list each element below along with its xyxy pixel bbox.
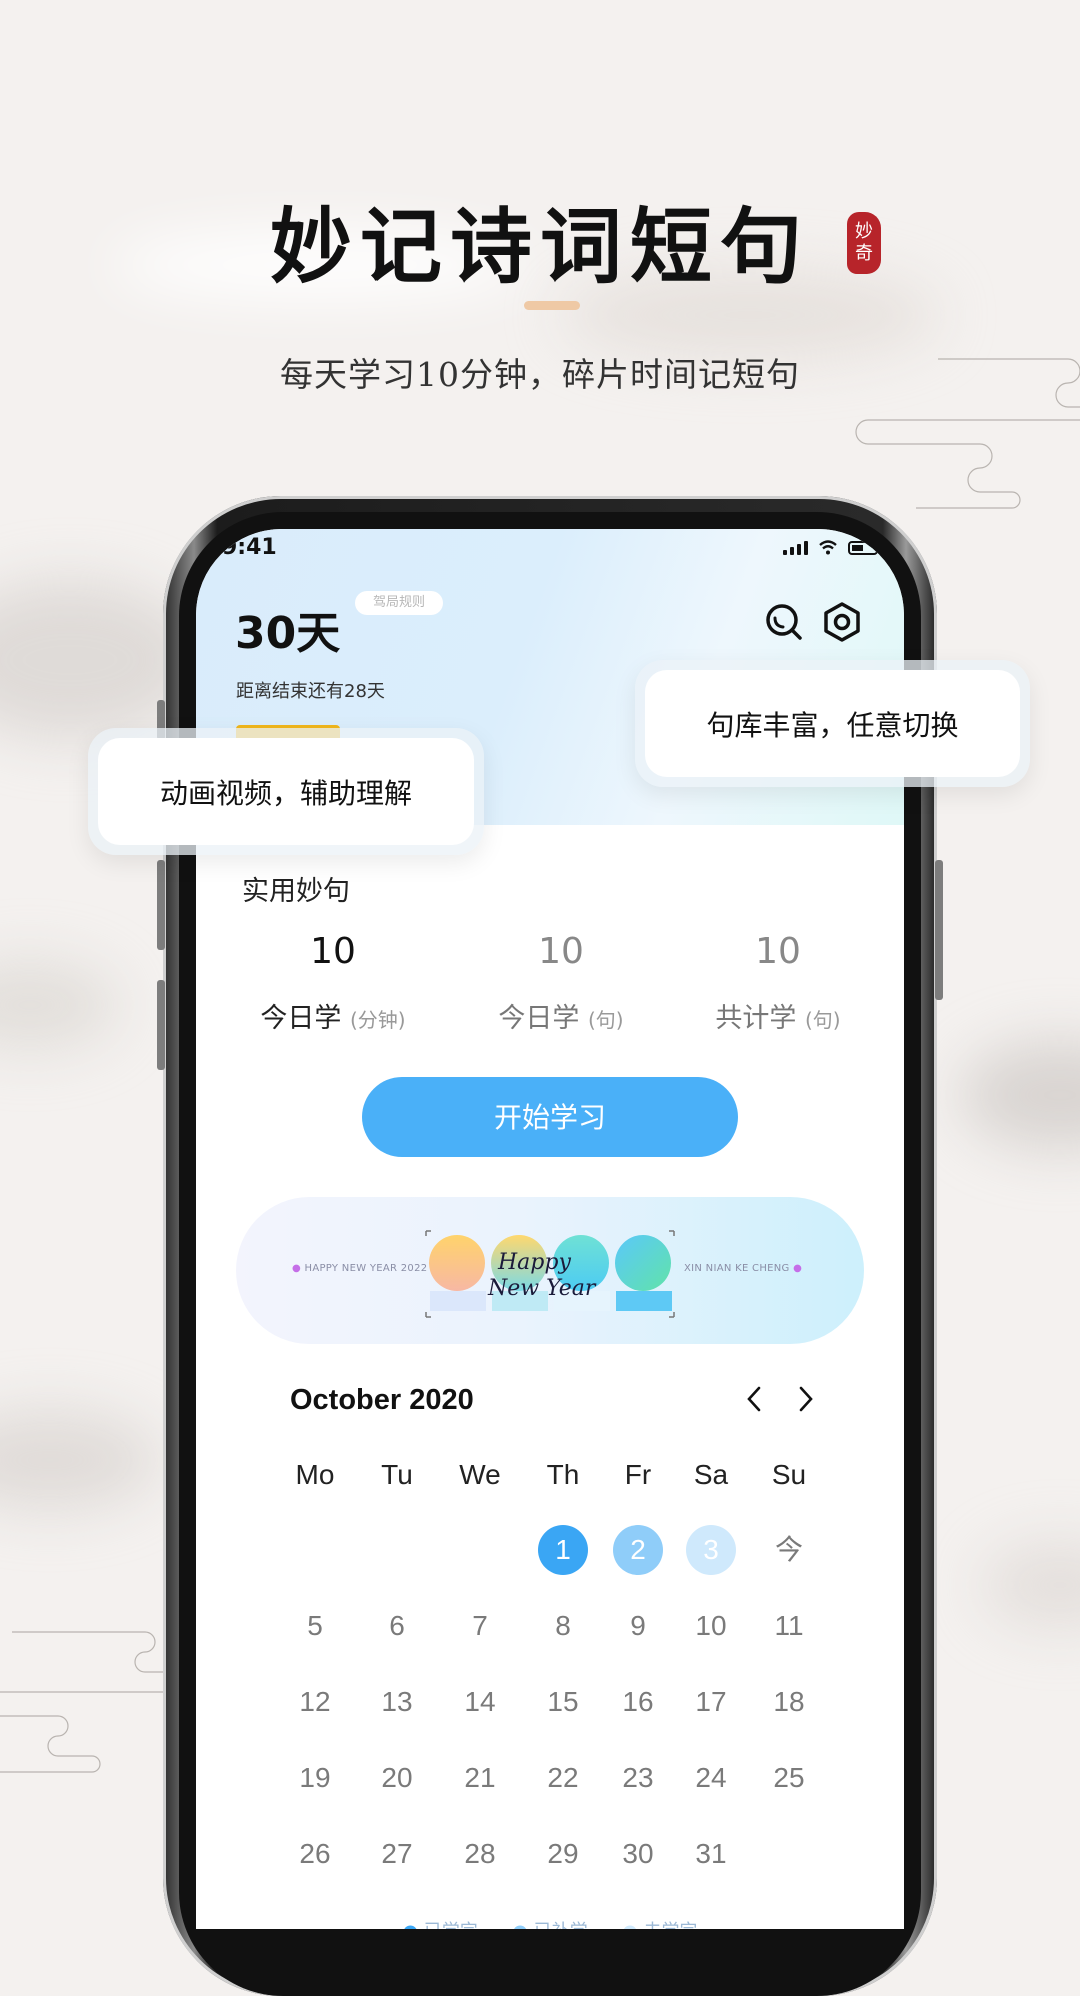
calendar-day[interactable]: 29 bbox=[538, 1829, 588, 1879]
mist-decoration bbox=[0, 1410, 160, 1510]
stat-today-sentences: 10 今日学 (句) bbox=[451, 931, 671, 1035]
calendar-day[interactable]: 5 bbox=[290, 1601, 340, 1651]
calendar-day[interactable]: 12 bbox=[290, 1677, 340, 1727]
app-subtitle: 每天学习10分钟，碎片时间记短句 bbox=[280, 355, 800, 394]
remaining-days-text: 距离结束还有28天 bbox=[236, 681, 385, 702]
stat-unit: (句) bbox=[804, 1008, 841, 1032]
calendar-day[interactable]: 24 bbox=[686, 1753, 736, 1803]
calendar-day[interactable]: 22 bbox=[538, 1753, 588, 1803]
calendar-day[interactable]: 14 bbox=[455, 1677, 505, 1727]
calendar-day[interactable]: 23 bbox=[613, 1753, 663, 1803]
stat-total-sentences: 10 共计学 (句) bbox=[668, 931, 888, 1035]
battery-icon bbox=[848, 541, 878, 555]
status-time: 9:41 bbox=[222, 535, 277, 560]
calendar-day[interactable]: 13 bbox=[372, 1677, 422, 1727]
chevron-left-icon[interactable] bbox=[739, 1381, 769, 1417]
calendar-day[interactable]: 31 bbox=[686, 1829, 736, 1879]
stat-label-text: 今日学 bbox=[260, 1003, 342, 1034]
banner-right-label: XIN NIAN KE CHENG bbox=[684, 1263, 790, 1274]
phone-side-button bbox=[157, 860, 165, 950]
calendar-day[interactable]: 21 bbox=[455, 1753, 505, 1803]
stat-value: 10 bbox=[538, 931, 584, 972]
phone-side-button bbox=[157, 980, 165, 1070]
legend-learned: 已学完 bbox=[424, 1921, 478, 1929]
stat-label: 共计学 (句) bbox=[668, 996, 888, 1035]
calendar-day[interactable]: 6 bbox=[372, 1601, 422, 1651]
weekday-label: Mo bbox=[295, 1459, 335, 1490]
banner-script-text: Happy bbox=[497, 1250, 571, 1275]
seal-stamp-icon: 妙奇 bbox=[847, 212, 881, 274]
legend-makeup: 已补学 bbox=[534, 1921, 588, 1929]
mist-decoration bbox=[960, 1040, 1080, 1150]
weekday-label: Th bbox=[546, 1459, 580, 1490]
svg-text:New Year: New Year bbox=[487, 1276, 597, 1301]
calendar-today[interactable]: 今 bbox=[764, 1525, 814, 1575]
app-title: 妙记诗词短句 bbox=[269, 199, 810, 295]
calendar-day[interactable]: 26 bbox=[290, 1829, 340, 1879]
calendar-day[interactable]: 9 bbox=[613, 1601, 663, 1651]
seal-text: 妙奇 bbox=[855, 221, 873, 264]
banner-2022-graphic: Happy New Year bbox=[425, 1230, 675, 1318]
calendar-day[interactable]: 8 bbox=[538, 1601, 588, 1651]
legend-unfinished: 未学完 bbox=[644, 1921, 698, 1929]
weekday-label: Sa bbox=[693, 1459, 729, 1490]
mist-decoration bbox=[980, 1540, 1080, 1630]
calendar-day[interactable]: 25 bbox=[764, 1753, 814, 1803]
calendar-day[interactable]: 18 bbox=[764, 1677, 814, 1727]
feature-callout-video: 动画视频，辅助理解 bbox=[98, 738, 474, 845]
calendar-legend: ● 已学完 ● 已补学 ● 未学完 bbox=[196, 1917, 904, 1929]
cloud-line-decoration bbox=[0, 1631, 165, 1773]
calendar-day[interactable]: 19 bbox=[290, 1753, 340, 1803]
stat-label: 今日学 (分钟) bbox=[223, 996, 443, 1035]
feature-callout-library: 句库丰富，任意切换 bbox=[645, 670, 1020, 777]
weekday-label: We bbox=[459, 1459, 501, 1490]
banner-right-text: XIN NIAN KE CHENG ● bbox=[684, 1263, 803, 1274]
stat-value: 10 bbox=[310, 931, 356, 972]
mist-decoration bbox=[0, 960, 120, 1050]
calendar-day[interactable]: 2 bbox=[613, 1525, 663, 1575]
callout-right-wrapper: 句库丰富，任意切换 bbox=[635, 660, 1030, 787]
stat-value: 10 bbox=[755, 931, 801, 972]
stat-unit: (分钟) bbox=[349, 1008, 406, 1032]
start-learning-button[interactable]: 开始学习 bbox=[362, 1077, 738, 1157]
calendar-day[interactable]: 17 bbox=[686, 1677, 736, 1727]
calendar-day[interactable]: 1 bbox=[538, 1525, 588, 1575]
weekday-label: Tu bbox=[381, 1459, 413, 1490]
chevron-right-icon[interactable] bbox=[791, 1381, 821, 1417]
status-icons bbox=[783, 539, 878, 555]
calendar-day[interactable]: 11 bbox=[764, 1601, 814, 1651]
calendar-day[interactable]: 10 bbox=[686, 1601, 736, 1651]
banner-left-text: ● HAPPY NEW YEAR 2022 bbox=[292, 1263, 428, 1274]
stat-unit: (句) bbox=[587, 1008, 624, 1032]
calendar-day[interactable]: 20 bbox=[372, 1753, 422, 1803]
calendar-day[interactable]: 3 bbox=[686, 1525, 736, 1575]
stat-label: 今日学 (句) bbox=[451, 996, 671, 1035]
challenge-days: 30天 bbox=[235, 608, 341, 659]
calendar-day[interactable]: 30 bbox=[613, 1829, 663, 1879]
weekday-label: Fr bbox=[624, 1459, 652, 1490]
banner-left-label: HAPPY NEW YEAR 2022 bbox=[304, 1263, 428, 1274]
signal-icon bbox=[783, 539, 808, 555]
stat-label-text: 今日学 bbox=[498, 1003, 580, 1034]
new-year-banner[interactable]: ● HAPPY NEW YEAR 2022 Happy New Year XIN… bbox=[236, 1197, 864, 1344]
settings-icon[interactable] bbox=[821, 601, 863, 643]
section-title: 实用妙句 bbox=[242, 876, 350, 907]
search-icon[interactable] bbox=[763, 601, 805, 643]
stat-label-text: 共计学 bbox=[715, 1003, 797, 1034]
calendar-day[interactable]: 7 bbox=[455, 1601, 505, 1651]
phone-side-button bbox=[935, 860, 943, 1000]
stat-today-minutes: 10 今日学 (分钟) bbox=[223, 931, 443, 1035]
wifi-icon bbox=[819, 540, 837, 555]
accent-divider bbox=[524, 301, 580, 310]
calendar-day[interactable]: 27 bbox=[372, 1829, 422, 1879]
calendar-day[interactable]: 28 bbox=[455, 1829, 505, 1879]
rules-badge[interactable]: 驾局规则 bbox=[355, 591, 443, 615]
calendar-day[interactable]: 15 bbox=[538, 1677, 588, 1727]
weekday-label: Su bbox=[771, 1459, 807, 1490]
calendar-month: October 2020 bbox=[290, 1384, 474, 1416]
calendar-day[interactable]: 16 bbox=[613, 1677, 663, 1727]
callout-left-wrapper: 动画视频，辅助理解 bbox=[88, 728, 484, 855]
